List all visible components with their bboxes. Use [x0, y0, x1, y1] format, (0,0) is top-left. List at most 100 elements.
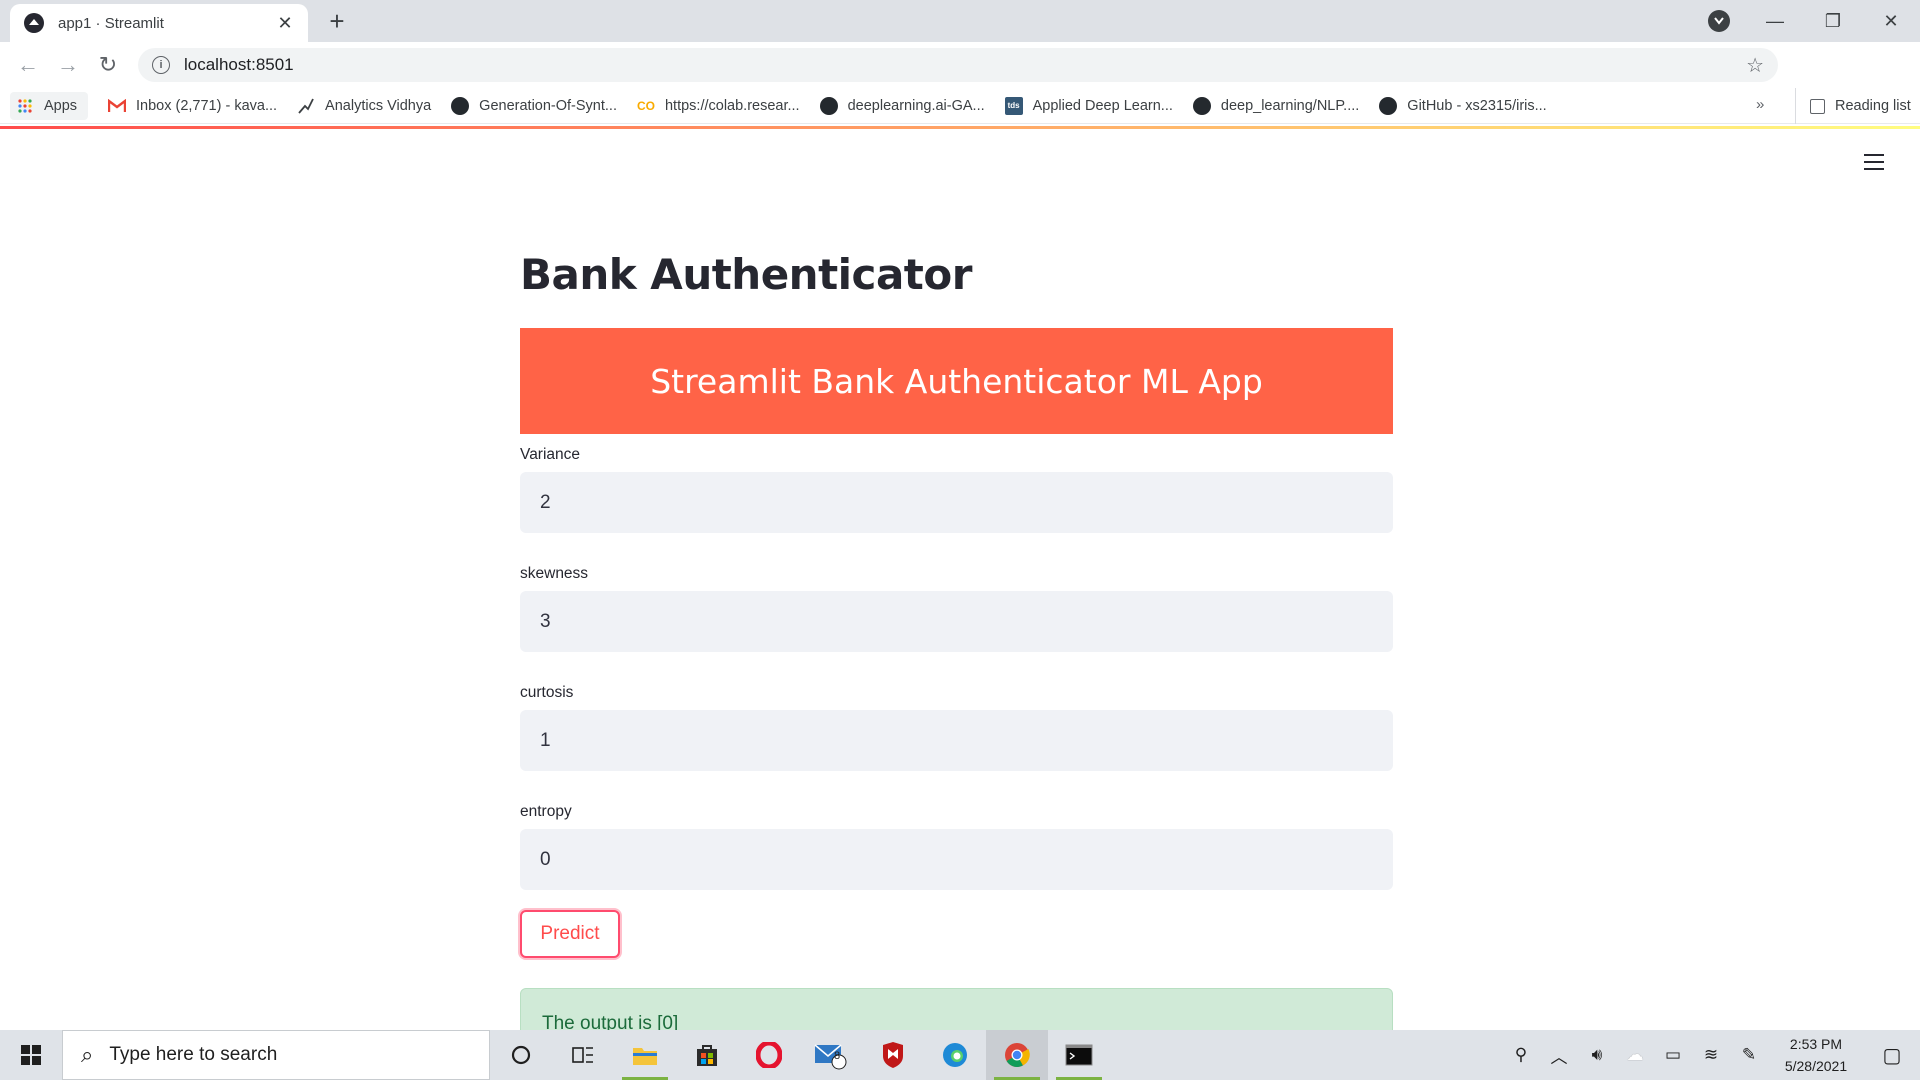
- github-icon: [1379, 96, 1398, 115]
- bookmark-gmail[interactable]: Inbox (2,771) - kava...: [108, 97, 277, 115]
- store-bag-icon: [697, 1045, 717, 1066]
- predict-button[interactable]: Predict: [520, 910, 620, 958]
- reading-list-icon: [1810, 98, 1825, 114]
- colab-icon: CO: [636, 98, 655, 113]
- bookmark-label: Analytics Vidhya: [325, 97, 432, 114]
- skewness-field: skewness 3: [520, 563, 1393, 652]
- bookmark-github-2[interactable]: deeplearning.ai-GA...: [819, 96, 985, 115]
- bookmark-colab[interactable]: CO https://colab.resear...: [637, 97, 800, 115]
- reading-list-label: Reading list: [1835, 98, 1911, 114]
- apps-grid-icon: [16, 97, 34, 115]
- mail-icon: [814, 1044, 847, 1070]
- wifi-icon[interactable]: ≋: [1692, 1045, 1730, 1065]
- bookmark-apps[interactable]: Apps: [10, 91, 88, 120]
- taskbar-file-explorer[interactable]: [614, 1030, 676, 1080]
- github-icon: [819, 96, 838, 115]
- bookmark-github-1[interactable]: Generation-Of-Synt...: [451, 96, 617, 115]
- tab-search-icon[interactable]: [1708, 10, 1730, 32]
- browser-tab-bar: app1 · Streamlit ✕ + — ❐ ✕: [0, 0, 1920, 42]
- bookmark-star-icon[interactable]: ☆: [1746, 53, 1764, 78]
- forward-arrow-icon[interactable]: →: [48, 52, 88, 78]
- hamburger-menu-icon[interactable]: [1864, 154, 1884, 175]
- reload-icon[interactable]: ↻: [88, 52, 128, 78]
- bookmark-analytics-vidhya[interactable]: Analytics Vidhya: [297, 97, 431, 115]
- bookmarks-bar: Apps Inbox (2,771) - kava... Analytics V…: [0, 88, 1920, 124]
- new-tab-button[interactable]: +: [322, 6, 352, 37]
- clock-time: 2:53 PM: [1789, 1036, 1843, 1052]
- taskbar-mcafee[interactable]: [862, 1030, 924, 1080]
- taskbar-clock[interactable]: 2:53 PM 5/28/2021: [1768, 1033, 1864, 1077]
- site-info-icon[interactable]: i: [152, 56, 170, 74]
- tab-title: app1 · Streamlit: [58, 14, 164, 32]
- volume-icon[interactable]: 🔊︎: [1578, 1045, 1616, 1065]
- minimize-window-button[interactable]: —: [1746, 0, 1804, 42]
- reading-list-button[interactable]: Reading list: [1795, 88, 1911, 124]
- notification-center-icon[interactable]: ▢: [1864, 1043, 1920, 1068]
- address-bar: ← → ↻ i localhost:8501 ☆ ✱ ≡ ⋮: [0, 42, 1920, 119]
- field-label: entropy: [520, 803, 572, 820]
- github-icon: [451, 96, 470, 115]
- pen-icon[interactable]: ✎: [1730, 1045, 1768, 1065]
- github-icon: [1192, 96, 1211, 115]
- edge-icon: [943, 1043, 967, 1067]
- windows-start-button[interactable]: [0, 1030, 62, 1080]
- entropy-input[interactable]: 0: [520, 829, 1393, 890]
- task-view-button[interactable]: [552, 1030, 614, 1080]
- cortana-button[interactable]: [490, 1030, 552, 1080]
- mcafee-shield-icon: [883, 1042, 903, 1068]
- analytics-vidhya-icon: [297, 97, 315, 115]
- omnibox[interactable]: i localhost:8501 ☆: [138, 48, 1778, 82]
- bookmark-label: deeplearning.ai-GA...: [847, 97, 985, 114]
- bookmark-label: GitHub - xs2315/iris...: [1407, 97, 1547, 114]
- curtosis-input[interactable]: 1: [520, 710, 1393, 771]
- page-title: Bank Authenticator: [520, 250, 972, 299]
- bookmark-github-4[interactable]: GitHub - xs2315/iris...: [1379, 96, 1547, 115]
- opera-icon: [756, 1042, 782, 1068]
- taskbar-opera[interactable]: [738, 1030, 800, 1080]
- back-arrow-icon[interactable]: ←: [8, 52, 48, 78]
- tray-overflow-chevron-icon[interactable]: ︿: [1540, 1043, 1578, 1068]
- banner-title: Streamlit Bank Authenticator ML App: [650, 361, 1263, 401]
- variance-field: Variance 2: [520, 444, 1393, 533]
- bookmarks-overflow-button[interactable]: »: [1756, 96, 1764, 113]
- taskbar-terminal[interactable]: [1048, 1030, 1110, 1080]
- entropy-field: entropy 0: [520, 801, 1393, 890]
- bookmark-label: Generation-Of-Synt...: [479, 97, 617, 114]
- bookmark-label: Inbox (2,771) - kava...: [136, 97, 278, 114]
- field-label: Variance: [520, 446, 581, 463]
- streamlit-favicon-icon: [24, 13, 44, 33]
- close-tab-icon[interactable]: ✕: [274, 13, 296, 34]
- bookmark-github-3[interactable]: deep_learning/NLP....: [1192, 96, 1360, 115]
- url-text[interactable]: localhost:8501: [184, 55, 1746, 75]
- main-content: Bank Authenticator Streamlit Bank Authen…: [520, 250, 1393, 1048]
- variance-input[interactable]: 2: [520, 472, 1393, 533]
- app-banner: Streamlit Bank Authenticator ML App: [520, 328, 1393, 434]
- people-icon[interactable]: ⚲: [1502, 1045, 1540, 1065]
- curtosis-field: curtosis 1: [520, 682, 1393, 771]
- taskbar-mail[interactable]: 8: [800, 1030, 862, 1080]
- bookmark-tds[interactable]: tds Applied Deep Learn...: [1004, 96, 1173, 115]
- restore-window-button[interactable]: ❐: [1804, 0, 1862, 42]
- terminal-icon: [1065, 1044, 1093, 1066]
- clock-date: 5/28/2021: [1784, 1058, 1848, 1074]
- gmail-icon: [108, 97, 126, 115]
- battery-icon[interactable]: ▭: [1654, 1045, 1692, 1065]
- bookmark-label: Apps: [44, 97, 78, 114]
- taskbar-search-box[interactable]: ⌕ Type here to search: [62, 1030, 490, 1080]
- close-window-button[interactable]: ✕: [1862, 0, 1920, 42]
- bookmark-label: deep_learning/NLP....: [1220, 97, 1360, 114]
- taskbar-chrome[interactable]: [986, 1030, 1048, 1080]
- skewness-input[interactable]: 3: [520, 591, 1393, 652]
- field-label: curtosis: [520, 684, 574, 701]
- windows-logo-icon: [21, 1045, 41, 1065]
- taskbar-edge[interactable]: [924, 1030, 986, 1080]
- taskbar-store[interactable]: [676, 1030, 738, 1080]
- system-tray: ⚲ ︿ 🔊︎ ☁ ▭ ≋ ✎ 2:53 PM 5/28/2021 ▢: [1502, 1030, 1920, 1080]
- onedrive-cloud-icon[interactable]: ☁: [1616, 1045, 1654, 1065]
- chrome-icon: [1005, 1043, 1030, 1068]
- browser-tab-active[interactable]: app1 · Streamlit ✕: [10, 4, 308, 42]
- task-view-icon: [572, 1047, 593, 1063]
- streamlit-decoration-bar: [0, 126, 1920, 129]
- field-label: skewness: [520, 565, 589, 582]
- bookmark-label: Applied Deep Learn...: [1032, 97, 1173, 114]
